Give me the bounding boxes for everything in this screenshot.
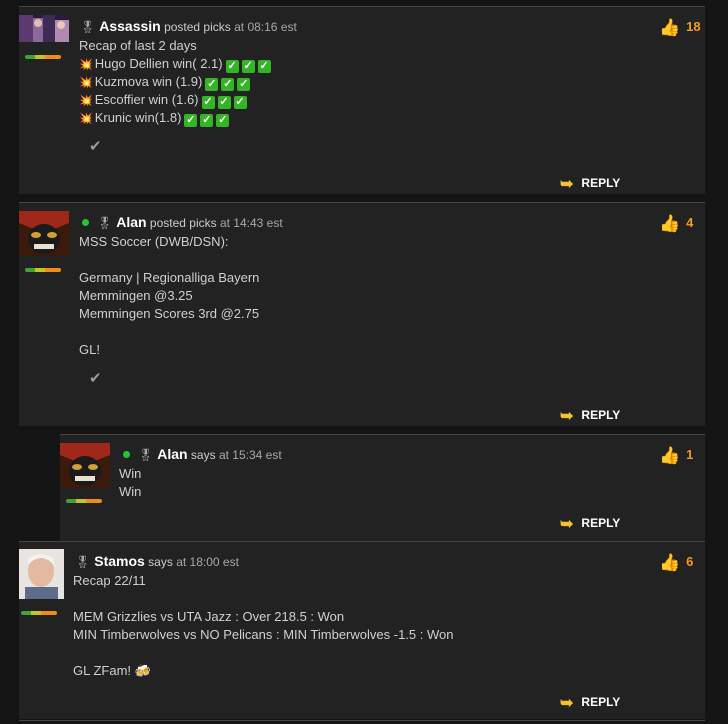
mark-checked-icon[interactable]: ✔ [89, 369, 102, 387]
thumbs-up-icon: 👍 [659, 214, 681, 233]
online-indicator [123, 451, 130, 458]
avatar[interactable] [19, 549, 64, 599]
body-line: GL ZFam! 🍻 [73, 663, 151, 678]
body-line: Germany | Regionalliga Bayern [79, 270, 260, 285]
username[interactable]: Stamos [94, 553, 145, 569]
body-line: 💥 Escoffier win (1.6) ✓ ✓ ✓ [79, 92, 247, 109]
checkmark-icon: ✓ [205, 78, 219, 91]
checkmark-icon: ✓ [257, 60, 271, 73]
reply-arrow-icon: ➥ [560, 176, 574, 193]
reply-arrow-icon: ➥ [560, 408, 574, 425]
post-header: 🎖 Alan posted picks at 14:43 est [82, 214, 283, 230]
avatar[interactable] [60, 443, 110, 488]
reply-button[interactable]: ➥ REPLY [560, 406, 620, 426]
post-stamos: 🎖 Stamos says at 18:00 est 👍 6 Recap 22/11… [19, 541, 705, 719]
body-line [79, 323, 259, 341]
body-line: GL! [79, 342, 100, 357]
medal-icon: 🎖 [97, 216, 113, 230]
post-time: at 08:16 est [234, 20, 297, 34]
post-alan-picks: 🎖 Alan posted picks at 14:43 est 👍 4 MSS S… [19, 202, 705, 426]
username[interactable]: Assassin [99, 18, 160, 34]
body-line: Win [119, 484, 142, 499]
post-header: 🎖 Stamos says at 18:00 est [75, 553, 239, 569]
post-body: Recap of last 2 days 💥 Hugo Dellien win( … [79, 37, 271, 127]
checkmark-icon: ✓ [221, 78, 235, 91]
rank-bar [25, 55, 61, 59]
like-count: 6 [686, 554, 694, 569]
body-line: MSS Soccer (DWB/DSN): [79, 234, 229, 249]
checkmark-icon: ✓ [241, 60, 255, 73]
thumbs-up-icon: 👍 [659, 446, 681, 465]
checkmark-icon: ✓ [225, 60, 239, 73]
like-count: 18 [686, 19, 701, 34]
medal-icon: 🎖 [80, 20, 96, 34]
post-verb: says [148, 555, 173, 569]
reply-button[interactable]: ➥ REPLY [560, 693, 620, 713]
checkmark-icon: ✓ [201, 96, 215, 109]
rank-bar [66, 499, 102, 503]
post-alan-reply: 🎖 Alan says at 15:34 est 👍 1 Win Win ➥ REPL… [60, 434, 705, 541]
reply-arrow-icon: ➥ [560, 695, 574, 712]
post-time: at 18:00 est [176, 555, 239, 569]
like-button[interactable]: 👍 4 [659, 214, 693, 234]
body-line [73, 590, 453, 608]
rank-bar [25, 268, 61, 272]
post-verb: says [190, 448, 216, 462]
online-indicator [82, 219, 89, 226]
username[interactable]: Alan [157, 446, 187, 462]
divider [19, 720, 705, 721]
checkmark-icon: ✓ [216, 114, 230, 127]
rank-bar [21, 611, 57, 615]
like-count: 4 [686, 215, 694, 230]
explosion-icon: 💥 [79, 95, 93, 107]
body-line: Recap of last 2 days [79, 38, 197, 53]
like-button[interactable]: 👍 18 [659, 18, 701, 38]
checkmark-icon: ✓ [217, 96, 231, 109]
post-body: MSS Soccer (DWB/DSN): Germany | Regional… [79, 233, 259, 359]
like-button[interactable]: 👍 6 [659, 553, 693, 573]
mark-checked-icon[interactable]: ✔ [89, 137, 102, 155]
body-line: Memmingen Scores 3rd @2.75 [79, 306, 260, 321]
avatar[interactable] [19, 15, 69, 42]
like-count: 1 [686, 447, 694, 462]
post-body: Win Win [119, 465, 141, 501]
post-time: at 15:34 est [218, 448, 282, 462]
post-verb: posted picks [149, 216, 217, 230]
body-line: MIN Timberwolves vs NO Pelicans : MIN Ti… [73, 627, 454, 642]
avatar[interactable] [19, 211, 69, 256]
reply-button[interactable]: ➥ REPLY [560, 514, 620, 534]
medal-icon: 🎖 [75, 555, 91, 569]
medal-icon: 🎖 [138, 448, 154, 462]
body-line: Recap 22/11 [73, 573, 146, 588]
body-line: 💥 Kuzmova win (1.9) ✓ ✓ ✓ [79, 74, 251, 91]
checkmark-icon: ✓ [184, 114, 198, 127]
explosion-icon: 💥 [79, 77, 93, 89]
username[interactable]: Alan [116, 214, 146, 230]
thumbs-up-icon: 👍 [659, 18, 681, 37]
body-line: Memmingen @3.25 [79, 288, 193, 303]
body-line [79, 251, 259, 269]
thumbs-up-icon: 👍 [659, 553, 681, 572]
explosion-icon: 💥 [79, 113, 93, 125]
post-assassin: 🎖 Assassin posted picks at 08:16 est 👍 18 … [19, 6, 705, 194]
checkmark-icon: ✓ [200, 114, 214, 127]
post-time: at 14:43 est [219, 216, 283, 230]
body-line: 💥 Krunic win(1.8) ✓ ✓ ✓ [79, 110, 230, 127]
reply-arrow-icon: ➥ [560, 516, 574, 533]
checkmark-icon: ✓ [233, 96, 247, 109]
body-line: 💥 Hugo Dellien win( 2.1) ✓ ✓ ✓ [79, 56, 271, 73]
like-button[interactable]: 👍 1 [659, 446, 693, 466]
explosion-icon: 💥 [79, 59, 93, 71]
checkmark-icon: ✓ [237, 78, 251, 91]
body-line: Win [119, 466, 142, 481]
post-header: 🎖 Assassin posted picks at 08:16 est [80, 18, 297, 34]
post-verb: posted picks [164, 20, 231, 34]
post-header: 🎖 Alan says at 15:34 est [123, 446, 282, 462]
post-body: Recap 22/11 MEM Grizzlies vs UTA Jazz : … [73, 572, 453, 680]
body-line: MEM Grizzlies vs UTA Jazz : Over 218.5 :… [73, 609, 345, 624]
body-line [73, 644, 453, 662]
reply-button[interactable]: ➥ REPLY [560, 174, 620, 194]
